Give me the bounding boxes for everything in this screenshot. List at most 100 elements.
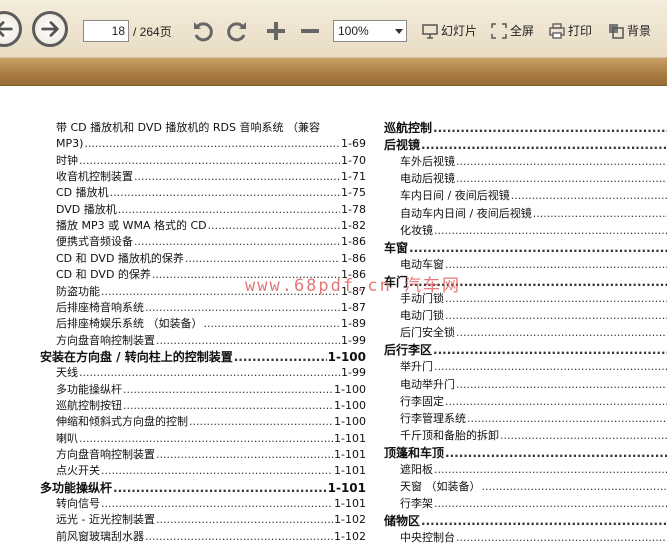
toc-entry[interactable]: 电动后视镜 xyxy=(400,171,667,187)
toc-entry[interactable]: 时钟 1-70 xyxy=(56,153,366,169)
toc-entry[interactable]: 天窗 （如装备） xyxy=(400,479,667,495)
toc-entry-title: 喇叭 xyxy=(56,431,78,445)
zoom-select[interactable]: 100% xyxy=(333,20,407,42)
print-button[interactable]: 打印 xyxy=(549,22,592,39)
toc-entry[interactable]: CD 播放机 1-75 xyxy=(56,185,366,201)
toc-leader-dots xyxy=(156,512,333,528)
toc-entry[interactable]: 化妆镜 xyxy=(400,223,667,239)
toc-entry[interactable]: 巡航控制按钮 1-100 xyxy=(56,398,366,414)
toc-section-heading[interactable]: 巡航控制 xyxy=(384,120,667,136)
toc-leader-dots xyxy=(234,349,327,365)
toc-entry[interactable]: 多功能操纵杆 1-100 xyxy=(56,382,366,398)
toc-entry[interactable]: 方向盘音响控制装置 1-99 xyxy=(56,333,366,349)
fullscreen-icon xyxy=(491,22,507,39)
chevron-down-icon xyxy=(395,29,403,34)
toc-entry[interactable]: 播放 MP3 或 WMA 格式的 CD 1-82 xyxy=(56,218,366,234)
toc-section-heading[interactable]: 储物区 xyxy=(384,513,667,529)
zoom-in-button[interactable] xyxy=(263,18,289,44)
toc-leader-dots xyxy=(208,218,340,234)
toc-leader-dots xyxy=(409,240,667,256)
slideshow-button[interactable]: 幻灯片 xyxy=(422,22,477,39)
rotate-ccw-button[interactable] xyxy=(190,18,216,44)
toc-entry[interactable]: 前风窗玻璃刮水器 1-102 xyxy=(56,529,366,545)
toc-entry[interactable]: 点火开关 1-101 xyxy=(56,463,366,479)
toc-entry[interactable]: MP3) 1-69 xyxy=(56,136,366,152)
toc-section-heading[interactable]: 安装在方向盘 / 转向柱上的控制装置 1-100 xyxy=(40,349,366,365)
toc-entry-page: 1-100 xyxy=(334,398,366,412)
fullscreen-button[interactable]: 全屏 xyxy=(491,22,534,39)
toc-entry[interactable]: 收音机控制装置 1-71 xyxy=(56,169,366,185)
toc-entry-title: 防盗功能 xyxy=(56,284,100,298)
toc-section-heading[interactable]: 多功能操纵杆 1-101 xyxy=(40,480,366,496)
toc-entry[interactable]: 后门安全锁 xyxy=(400,325,667,341)
toc-leader-dots xyxy=(110,185,340,201)
toc-entry-title: 收音机控制装置 xyxy=(56,170,133,184)
toc-leader-dots xyxy=(434,462,667,478)
toc-entry[interactable]: 天线 1-99 xyxy=(56,365,366,381)
toc-entry-title: 后门安全锁 xyxy=(400,326,455,340)
toc-section-heading[interactable]: 后视镜 xyxy=(384,137,667,153)
toc-entry-title: 自动车内日间 / 夜间后视镜 xyxy=(400,206,532,220)
background-button[interactable]: 背景 xyxy=(608,22,651,39)
rotate-cw-icon xyxy=(227,22,246,42)
fullscreen-label: 全屏 xyxy=(510,24,535,38)
toc-entry-title: 电动举升门 xyxy=(400,377,455,391)
forward-button[interactable] xyxy=(32,11,68,47)
toc-entry[interactable]: 车外后视镜 xyxy=(400,154,667,170)
toc-leader-dots xyxy=(134,169,340,185)
toc-entry-title: 中央控制台 xyxy=(400,531,455,545)
rotate-cw-button[interactable] xyxy=(224,18,250,44)
toc-entry-title: 后排座椅娱乐系统 （如装备） xyxy=(56,317,203,331)
toc-entry[interactable]: 遮阳板 xyxy=(400,462,667,478)
toc-entry[interactable]: 方向盘音响控制装置 1-101 xyxy=(56,447,366,463)
toc-entry-title: 点火开关 xyxy=(56,464,100,478)
toc-leader-dots xyxy=(185,251,340,267)
toc-entry[interactable]: 便携式音频设备 1-86 xyxy=(56,234,366,250)
toc-entry[interactable]: 行李管理系统 xyxy=(400,411,667,427)
zoom-out-button[interactable] xyxy=(297,18,323,44)
header-band xyxy=(0,58,667,86)
toc-entry[interactable]: 伸缩和倾斜式方向盘的控制 1-100 xyxy=(56,414,366,430)
toc-entry-page: 1-89 xyxy=(341,317,366,331)
toc-entry-page: 1-75 xyxy=(341,186,366,200)
toc-entry[interactable]: 行李固定 xyxy=(400,394,667,410)
toc-entry[interactable]: 中央控制台 xyxy=(400,530,667,546)
toc-entry[interactable]: 举升门 xyxy=(400,359,667,375)
toc-entry[interactable]: 后排座椅音响系统 1-87 xyxy=(56,300,366,316)
back-button[interactable] xyxy=(0,11,22,47)
toc-entry[interactable]: 后排座椅娱乐系统 （如装备） 1-89 xyxy=(56,316,366,332)
printer-icon xyxy=(549,22,565,39)
toc-section-heading[interactable]: 后行李区 xyxy=(384,342,667,358)
toc-leader-dots xyxy=(467,411,667,427)
toc-leader-dots xyxy=(456,325,667,341)
toc-entry[interactable]: 千斤顶和备胎的拆卸 xyxy=(400,428,667,444)
toc-entry-page: 1-100 xyxy=(334,415,366,429)
toc-leader-dots xyxy=(456,171,667,187)
toc-entry[interactable]: 电动门锁 xyxy=(400,308,667,324)
print-label: 打印 xyxy=(568,24,593,38)
toc-section-heading[interactable]: 车窗 xyxy=(384,240,667,256)
toc-entry-page: 1-101 xyxy=(334,497,366,511)
toc-section-heading[interactable]: 顶篷和车顶 xyxy=(384,445,667,461)
toc-entry[interactable]: 车内日间 / 夜间后视镜 xyxy=(400,188,667,204)
toc-entry[interactable]: 带 CD 播放机和 DVD 播放机的 RDS 音响系统 （兼容 xyxy=(56,120,366,136)
toc-entry[interactable]: 转向信号 1-101 xyxy=(56,496,366,512)
toc-entry[interactable]: 远光 - 近光控制装置 1-102 xyxy=(56,512,366,528)
toc-entry-page: 1-101 xyxy=(334,431,366,445)
toc-entry[interactable]: 自动车内日间 / 夜间后视镜 xyxy=(400,206,667,222)
toc-entry-page: 1-86 xyxy=(341,235,366,249)
toc-leader-dots xyxy=(445,445,667,461)
toc-leader-dots xyxy=(421,137,667,153)
toc-entry[interactable]: DVD 播放机 1-78 xyxy=(56,202,366,218)
toc-leader-dots xyxy=(433,120,667,136)
toc-entry[interactable]: 喇叭 1-101 xyxy=(56,431,366,447)
toc-entry-title: 巡航控制按钮 xyxy=(56,398,122,412)
toc-entry-title: 远光 - 近光控制装置 xyxy=(56,513,155,527)
toc-entry[interactable]: 行李架 xyxy=(400,496,667,512)
page-number-input[interactable]: 18 xyxy=(83,20,129,42)
toc-entry[interactable]: CD 和 DVD 播放机的保养 1-86 xyxy=(56,251,366,267)
toc-entry-page: 1-101 xyxy=(327,480,366,495)
toc-entry[interactable]: 电动举升门 xyxy=(400,377,667,393)
toc-leader-dots xyxy=(156,333,340,349)
toc-entry-title: 后排座椅音响系统 xyxy=(56,300,144,314)
